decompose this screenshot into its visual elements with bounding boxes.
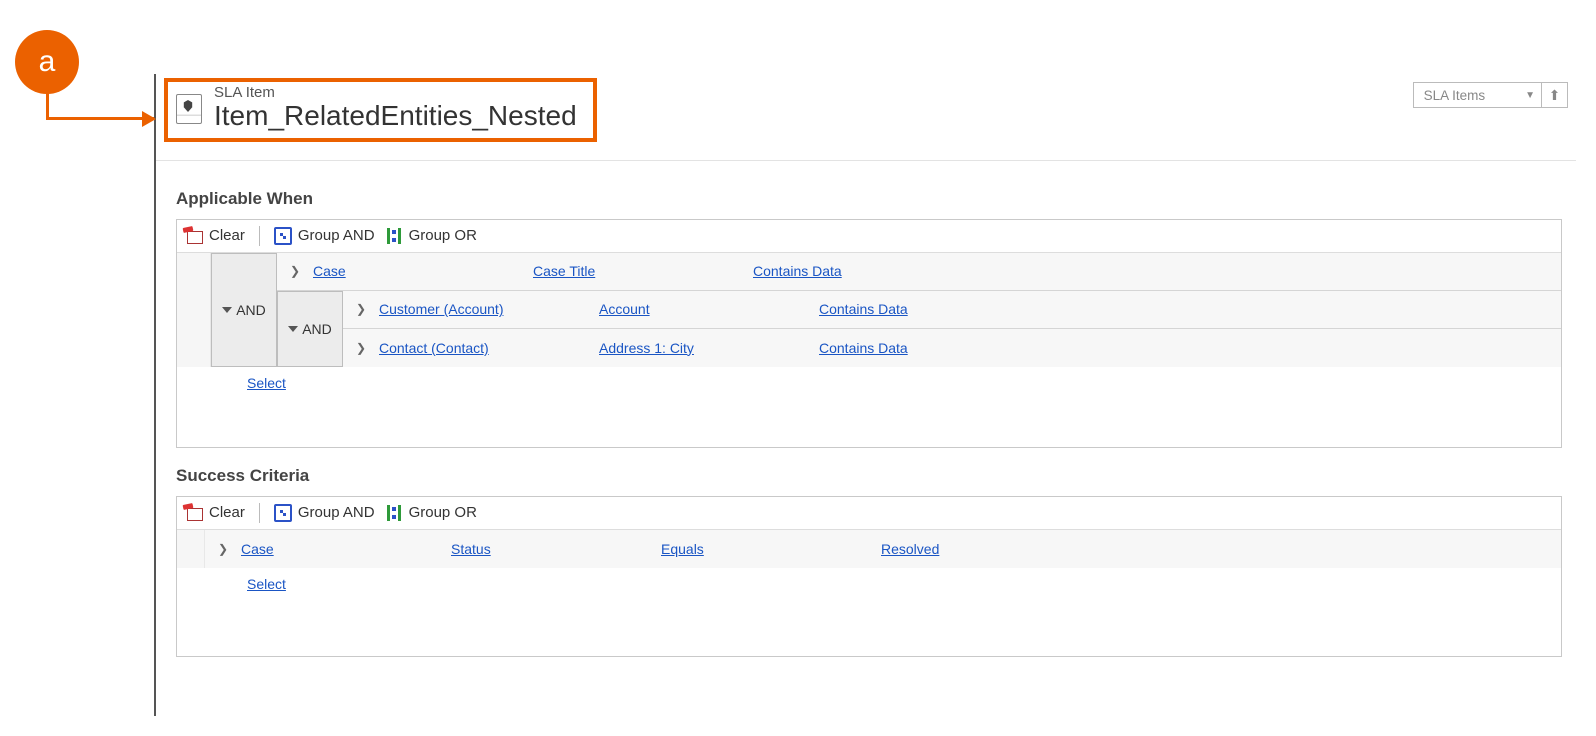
chevron-down-icon: ▼	[1525, 90, 1535, 101]
arrow-up-icon: ⬆	[1549, 87, 1561, 104]
select-link[interactable]: Select	[247, 576, 286, 592]
success-criteria-toolbar: Clear Group AND Group OR	[177, 497, 1561, 529]
nested-group-label: AND	[302, 321, 332, 337]
operator-link[interactable]: Equals	[661, 541, 871, 557]
condition-row: ❯ Contact (Contact) Address 1: City Cont…	[343, 329, 1561, 367]
entity-link[interactable]: Customer (Account)	[379, 301, 589, 317]
outer-group-wrap: AND ❯ Case Case Title Contains Data	[177, 253, 1561, 367]
form-title-highlight: SLA Item Item_RelatedEntities_Nested	[164, 78, 597, 142]
row-expand-toggle[interactable]: ❯	[353, 341, 369, 355]
doc-callout-badge: a	[15, 30, 79, 94]
record-title: Item_RelatedEntities_Nested	[214, 101, 577, 132]
section-title-success-criteria: Success Criteria	[176, 466, 1562, 486]
form-body: Applicable When Clear Group AND Group OR	[156, 161, 1576, 677]
outer-group-rows: ❯ Case Case Title Contains Data AND	[277, 253, 1561, 367]
group-or-label: Group OR	[409, 227, 477, 244]
condition-row: ❯ Customer (Account) Account Contains Da…	[343, 291, 1561, 329]
group-and-icon	[274, 504, 292, 522]
nav-up-button[interactable]: ⬆	[1542, 82, 1568, 108]
condition-row: ❯ Case Case Title Contains Data	[277, 253, 1561, 291]
header-nav-controls: SLA Items ▼ ⬆	[1413, 82, 1568, 108]
sc-rows: ❯ Case Status Equals Resolved	[205, 530, 1561, 568]
toolbar-separator	[259, 503, 260, 523]
entity-link[interactable]: Case	[241, 541, 441, 557]
form-header: SLA Item Item_RelatedEntities_Nested SLA…	[156, 74, 1576, 161]
doc-callout-letter: a	[39, 45, 56, 79]
field-link[interactable]: Address 1: City	[599, 340, 809, 356]
value-link[interactable]: Resolved	[881, 541, 939, 557]
applicable-when-toolbar: Clear Group AND Group OR	[177, 220, 1561, 252]
group-gutter	[177, 253, 211, 367]
field-link[interactable]: Case Title	[533, 263, 743, 279]
group-or-icon	[385, 504, 403, 522]
clear-button[interactable]: Clear	[185, 504, 245, 521]
related-records-label: SLA Items	[1424, 88, 1486, 103]
field-link[interactable]: Status	[451, 541, 651, 557]
group-and-icon	[274, 227, 292, 245]
group-or-button[interactable]: Group OR	[385, 504, 477, 522]
group-and-button[interactable]: Group AND	[274, 227, 375, 245]
success-criteria-panel: Clear Group AND Group OR ❯	[176, 496, 1562, 657]
clear-label: Clear	[209, 504, 245, 521]
outer-group-label: AND	[236, 302, 266, 318]
sc-wrap: ❯ Case Status Equals Resolved	[177, 530, 1561, 568]
nested-group-block: AND ❯ Customer (Account) Account Contain…	[277, 291, 1561, 367]
title-text-block: SLA Item Item_RelatedEntities_Nested	[214, 84, 577, 132]
chevron-down-icon	[288, 326, 298, 332]
clear-label: Clear	[209, 227, 245, 244]
group-and-button[interactable]: Group AND	[274, 504, 375, 522]
doc-callout-arrow	[46, 117, 154, 120]
group-or-button[interactable]: Group OR	[385, 227, 477, 245]
select-link[interactable]: Select	[247, 375, 286, 391]
chevron-down-icon	[222, 307, 232, 313]
related-records-dropdown[interactable]: SLA Items ▼	[1413, 82, 1542, 108]
group-and-label: Group AND	[298, 504, 375, 521]
group-gutter	[177, 530, 205, 568]
operator-link[interactable]: Contains Data	[819, 340, 1019, 356]
group-and-label: Group AND	[298, 227, 375, 244]
success-criteria-conditions: ❯ Case Status Equals Resolved Select	[177, 529, 1561, 656]
clear-icon	[185, 228, 203, 244]
group-or-icon	[385, 227, 403, 245]
sla-item-icon	[176, 94, 202, 124]
nested-group-rows: ❯ Customer (Account) Account Contains Da…	[343, 291, 1561, 367]
applicable-when-conditions: AND ❯ Case Case Title Contains Data	[177, 252, 1561, 447]
toolbar-separator	[259, 226, 260, 246]
section-title-applicable-when: Applicable When	[176, 189, 1562, 209]
select-row: Select	[177, 568, 1561, 602]
applicable-when-panel: Clear Group AND Group OR AND	[176, 219, 1562, 448]
operator-link[interactable]: Contains Data	[819, 301, 1019, 317]
nested-group-operator[interactable]: AND	[277, 291, 343, 367]
row-expand-toggle[interactable]: ❯	[353, 302, 369, 316]
select-row: Select	[177, 367, 1561, 401]
entity-link[interactable]: Case	[313, 263, 523, 279]
condition-row: ❯ Case Status Equals Resolved	[205, 530, 1561, 568]
operator-link[interactable]: Contains Data	[753, 263, 953, 279]
field-link[interactable]: Account	[599, 301, 809, 317]
form-page: SLA Item Item_RelatedEntities_Nested SLA…	[154, 74, 1576, 716]
clear-button[interactable]: Clear	[185, 227, 245, 244]
entity-type-label: SLA Item	[214, 84, 577, 101]
group-or-label: Group OR	[409, 504, 477, 521]
entity-link[interactable]: Contact (Contact)	[379, 340, 589, 356]
outer-group-operator[interactable]: AND	[211, 253, 277, 367]
row-expand-toggle[interactable]: ❯	[287, 264, 303, 278]
row-expand-toggle[interactable]: ❯	[215, 542, 231, 556]
clear-icon	[185, 505, 203, 521]
